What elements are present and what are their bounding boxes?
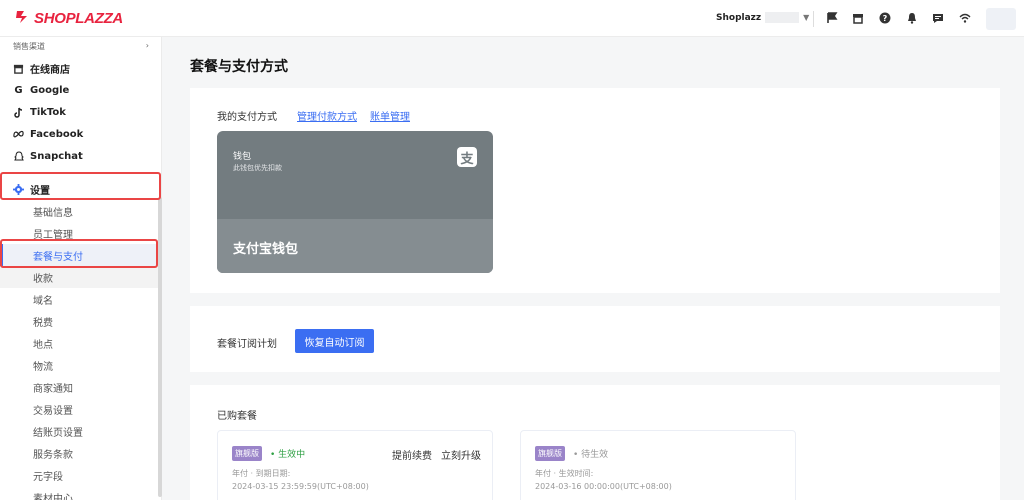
sidebar-item-google[interactable]: G Google — [0, 79, 158, 101]
sales-channel-header[interactable]: 销售渠道 › — [13, 41, 149, 52]
sidebar-subitem-label: 域名 — [33, 295, 53, 307]
sidebar-subitem-label: 素材中心 — [33, 493, 73, 500]
store-icon[interactable] — [851, 11, 865, 25]
sidebar-subitem-payments[interactable]: 收款 — [0, 266, 158, 288]
sidebar-subitem-label: 物流 — [33, 361, 53, 373]
wallet-name: 支付宝钱包 — [233, 242, 299, 257]
bill-management-link[interactable]: 账单管理 — [370, 108, 410, 123]
renew-early-button[interactable]: 提前续费 — [392, 447, 432, 462]
bell-icon[interactable] — [905, 11, 919, 25]
google-icon: G — [14, 84, 23, 96]
sidebar-subitem-label: 元字段 — [33, 471, 63, 483]
sales-channel-label: 销售渠道 — [13, 42, 45, 51]
sidebar-subitem-notifications[interactable]: 商家通知 — [0, 376, 158, 398]
plan-date: 2024-03-15 23:59:59(UTC+08:00) — [232, 482, 369, 491]
store-name-mask — [765, 12, 800, 23]
store-switcher[interactable]: Shoplazz ▼ — [716, 12, 809, 23]
plan-badge: 旗舰版 — [535, 446, 565, 461]
svg-text:?: ? — [883, 14, 888, 23]
sidebar-item-label: Snapchat — [30, 150, 83, 162]
alipay-glyph: 支 — [460, 151, 474, 167]
sidebar-subitem-checkout-page[interactable]: 结账页设置 — [0, 420, 158, 442]
status-badge: • 待生效 — [573, 450, 609, 460]
meta-icon — [13, 129, 24, 140]
sidebar-subitem-domain[interactable]: 域名 — [0, 288, 158, 310]
sidebar-subitem-label: 商家通知 — [33, 383, 73, 395]
message-icon[interactable] — [931, 11, 945, 25]
sidebar-subitem-label: 地点 — [33, 339, 53, 351]
brand-name: SHOPLAZZA — [34, 10, 123, 27]
store-name: Shoplazz — [716, 12, 762, 23]
brand-mark-icon — [14, 9, 30, 28]
upgrade-now-button[interactable]: 立刻升级 — [441, 447, 481, 462]
wallet-title: 钱包 — [233, 152, 252, 162]
payment-method-label: 我的支付方式 — [217, 112, 277, 123]
store-icon — [13, 63, 24, 74]
resume-subscription-button[interactable]: 恢复自动订阅 — [295, 329, 374, 353]
sidebar-item-facebook[interactable]: Facebook — [0, 123, 158, 145]
status-badge: • 生效中 — [270, 450, 306, 460]
sidebar-item-label: 在线商店 — [30, 64, 70, 76]
settings-highlight-box — [0, 172, 161, 200]
plan-badge: 旗舰版 — [232, 446, 262, 461]
sidebar-subitem-terms[interactable]: 服务条款 — [0, 442, 158, 464]
purchased-plans-label: 已购套餐 — [217, 411, 257, 422]
avatar[interactable] — [986, 8, 1016, 30]
help-icon[interactable]: ? — [878, 11, 892, 25]
sidebar-subitem-label: 结账页设置 — [33, 427, 83, 439]
sidebar-subitem-label: 税费 — [33, 317, 53, 329]
sidebar-subitem-label: 基础信息 — [33, 207, 73, 219]
plan-card-pending: 旗舰版 • 待生效 年付 · 生效时间: 2024-03-16 00:00:00… — [520, 430, 796, 500]
plan-date: 2024-03-16 00:00:00(UTC+08:00) — [535, 482, 672, 491]
sidebar-item-label: Facebook — [30, 128, 84, 140]
sidebar-item-label: TikTok — [30, 106, 66, 118]
sidebar-item-online-store[interactable]: 在线商店 — [0, 57, 158, 79]
plan-term: 年付 · 到期日期: — [232, 469, 291, 478]
alipay-icon: 支 — [457, 147, 477, 167]
header-divider — [813, 11, 814, 27]
chevron-down-icon: ▼ — [803, 13, 810, 22]
manage-payment-link[interactable]: 管理付款方式 — [297, 108, 357, 123]
sidebar-subitem-assets[interactable]: 素材中心 — [0, 486, 158, 500]
wallet-subtitle: 此钱包优先扣款 — [233, 164, 282, 172]
sidebar-subitem-metafields[interactable]: 元字段 — [0, 464, 158, 486]
sidebar-item-label: Google — [30, 84, 70, 96]
plan-term: 年付 · 生效时间: — [535, 469, 594, 478]
sidebar-subitem-checkout[interactable]: 交易设置 — [0, 398, 158, 420]
chevron-right-icon: › — [145, 41, 149, 50]
plan-payment-highlight-box — [0, 239, 158, 268]
top-bar: SHOPLAZZA Shoplazz ▼ ? — [0, 0, 1024, 37]
alipay-wallet-card[interactable]: 钱包 此钱包优先扣款 支 支付宝钱包 — [217, 131, 493, 273]
sidebar: 销售渠道 › 在线商店 G Google TikTok Facebook Sna… — [0, 37, 162, 500]
subscription-label: 套餐订阅计划 — [217, 339, 277, 350]
wifi-icon[interactable] — [958, 11, 972, 25]
sidebar-item-snapchat[interactable]: Snapchat — [0, 145, 158, 167]
shoplazza-logo[interactable]: SHOPLAZZA — [14, 9, 123, 28]
snapchat-icon — [13, 150, 24, 162]
sidebar-subitem-basic-info[interactable]: 基础信息 — [0, 200, 158, 222]
sidebar-subitem-label: 收款 — [33, 273, 53, 285]
sidebar-subitem-label: 服务条款 — [33, 449, 73, 461]
sidebar-scrollbar[interactable] — [158, 197, 162, 497]
sidebar-item-tiktok[interactable]: TikTok — [0, 101, 158, 123]
plan-card-active: 旗舰版 • 生效中 提前续费 立刻升级 年付 · 到期日期: 2024-03-1… — [217, 430, 493, 500]
flag-icon[interactable] — [825, 11, 839, 25]
sidebar-subitem-label: 交易设置 — [33, 405, 73, 417]
page-title: 套餐与支付方式 — [190, 59, 288, 75]
tiktok-icon — [13, 107, 24, 118]
sidebar-subitem-location[interactable]: 地点 — [0, 332, 158, 354]
sidebar-subitem-shipping[interactable]: 物流 — [0, 354, 158, 376]
sidebar-subitem-tax[interactable]: 税费 — [0, 310, 158, 332]
